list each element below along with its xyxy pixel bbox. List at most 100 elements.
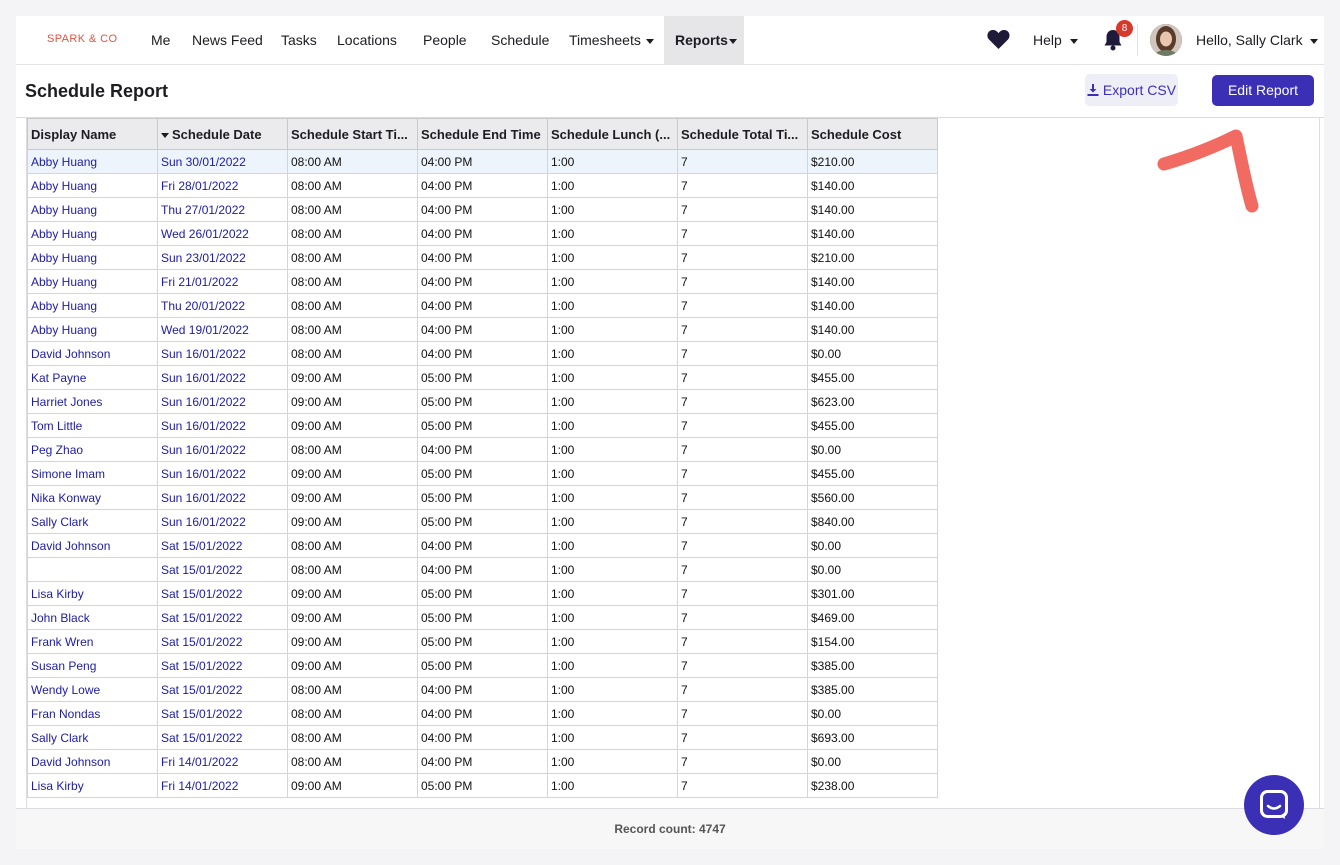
display-name-cell[interactable]: Abby Huang <box>27 173 158 198</box>
table-row[interactable]: Sally Clark Sun 16/01/2022 09:00 AM 05:00 P… <box>27 509 938 534</box>
schedule-date-cell[interactable]: Thu 27/01/2022 <box>157 197 288 222</box>
display-name-cell[interactable]: Wendy Lowe <box>27 677 158 702</box>
table-row[interactable]: Susan Peng Sat 15/01/2022 09:00 AM 05:00 PM… <box>27 653 938 678</box>
display-name-cell[interactable]: Abby Huang <box>27 245 158 270</box>
nav-item-news-feed[interactable]: News Feed <box>192 16 263 64</box>
report-grid[interactable]: Display Name Schedule Date Schedule Star… <box>26 118 1320 808</box>
schedule-date-cell[interactable]: Sun 16/01/2022 <box>157 437 288 462</box>
schedule-date-cell[interactable]: Sat 15/01/2022 <box>157 581 288 606</box>
table-row[interactable]: Sat 15/01/2022 08:00 AM 04:00 PM 1:00 7 $0.00 <box>27 557 938 582</box>
table-row[interactable]: Sally Clark Sat 15/01/2022 08:00 AM 04:00 P… <box>27 725 938 750</box>
nav-item-tasks[interactable]: Tasks <box>281 16 317 64</box>
schedule-date-cell[interactable]: Sun 16/01/2022 <box>157 341 288 366</box>
display-name-cell[interactable]: Sally Clark <box>27 509 158 534</box>
display-name-cell[interactable]: Nika Konway <box>27 485 158 510</box>
display-name-cell[interactable]: Abby Huang <box>27 197 158 222</box>
schedule-date-cell[interactable]: Wed 19/01/2022 <box>157 317 288 342</box>
display-name-cell[interactable]: Abby Huang <box>27 221 158 246</box>
schedule-date-cell[interactable]: Sun 16/01/2022 <box>157 413 288 438</box>
schedule-date-cell[interactable]: Fri 14/01/2022 <box>157 773 288 798</box>
column-header-start-time[interactable]: Schedule Start Ti... <box>287 118 418 150</box>
table-row[interactable]: Lisa Kirby Fri 14/01/2022 09:00 AM 05:00 PM… <box>27 773 938 798</box>
display-name-cell[interactable] <box>27 557 158 582</box>
nav-item-reports[interactable]: Reports <box>664 16 744 64</box>
nav-item-me[interactable]: Me <box>151 16 170 64</box>
schedule-date-cell[interactable]: Sat 15/01/2022 <box>157 725 288 750</box>
chat-button[interactable] <box>1244 775 1304 835</box>
display-name-cell[interactable]: David Johnson <box>27 533 158 558</box>
column-header-schedule-date[interactable]: Schedule Date <box>157 118 288 150</box>
user-menu[interactable]: Hello, Sally Clark <box>1196 16 1318 64</box>
schedule-date-cell[interactable]: Sun 16/01/2022 <box>157 485 288 510</box>
column-header-display-name[interactable]: Display Name <box>27 118 158 150</box>
display-name-cell[interactable]: Abby Huang <box>27 317 158 342</box>
nav-item-people[interactable]: People <box>423 16 467 64</box>
display-name-cell[interactable]: Harriet Jones <box>27 389 158 414</box>
table-row[interactable]: Abby Huang Fri 28/01/2022 08:00 AM 04:00 PM… <box>27 173 938 198</box>
table-row[interactable]: John Black Sat 15/01/2022 09:00 AM 05:00 PM… <box>27 605 938 630</box>
nav-item-locations[interactable]: Locations <box>337 16 397 64</box>
schedule-date-cell[interactable]: Sat 15/01/2022 <box>157 701 288 726</box>
table-row[interactable]: Lisa Kirby Sat 15/01/2022 09:00 AM 05:00 PM… <box>27 581 938 606</box>
display-name-cell[interactable]: Abby Huang <box>27 149 158 174</box>
schedule-date-cell[interactable]: Sat 15/01/2022 <box>157 677 288 702</box>
table-row[interactable]: Abby Huang Sun 30/01/2022 08:00 AM 04:00 PM… <box>27 149 938 174</box>
schedule-date-cell[interactable]: Sat 15/01/2022 <box>157 557 288 582</box>
table-row[interactable]: Abby Huang Fri 21/01/2022 08:00 AM 04:00 PM… <box>27 269 938 294</box>
help-menu[interactable]: Help <box>1033 16 1078 64</box>
display-name-cell[interactable]: Peg Zhao <box>27 437 158 462</box>
display-name-cell[interactable]: Susan Peng <box>27 653 158 678</box>
table-row[interactable]: Abby Huang Thu 27/01/2022 08:00 AM 04:00 PM… <box>27 197 938 222</box>
display-name-cell[interactable]: Fran Nondas <box>27 701 158 726</box>
display-name-cell[interactable]: Frank Wren <box>27 629 158 654</box>
schedule-date-cell[interactable]: Thu 20/01/2022 <box>157 293 288 318</box>
table-row[interactable]: Abby Huang Wed 19/01/2022 08:00 AM 04:00 PM… <box>27 317 938 342</box>
schedule-date-cell[interactable]: Sun 16/01/2022 <box>157 461 288 486</box>
display-name-cell[interactable]: Simone Imam <box>27 461 158 486</box>
schedule-date-cell[interactable]: Sun 23/01/2022 <box>157 245 288 270</box>
display-name-cell[interactable]: Kat Payne <box>27 365 158 390</box>
display-name-cell[interactable]: Lisa Kirby <box>27 581 158 606</box>
table-row[interactable]: Abby Huang Sun 23/01/2022 08:00 AM 04:00 PM… <box>27 245 938 270</box>
column-header-lunch[interactable]: Schedule Lunch (... <box>547 118 678 150</box>
display-name-cell[interactable]: David Johnson <box>27 341 158 366</box>
schedule-date-cell[interactable]: Sun 16/01/2022 <box>157 509 288 534</box>
table-row[interactable]: Peg Zhao Sun 16/01/2022 08:00 AM 04:00 PM 1:… <box>27 437 938 462</box>
schedule-date-cell[interactable]: Sat 15/01/2022 <box>157 605 288 630</box>
heart-icon[interactable] <box>986 28 1011 55</box>
table-row[interactable]: Wendy Lowe Sat 15/01/2022 08:00 AM 04:00 PM… <box>27 677 938 702</box>
schedule-date-cell[interactable]: Wed 26/01/2022 <box>157 221 288 246</box>
schedule-date-cell[interactable]: Sun 16/01/2022 <box>157 389 288 414</box>
table-row[interactable]: David Johnson Fri 14/01/2022 08:00 AM 04:00… <box>27 749 938 774</box>
display-name-cell[interactable]: Tom Little <box>27 413 158 438</box>
schedule-date-cell[interactable]: Fri 28/01/2022 <box>157 173 288 198</box>
schedule-date-cell[interactable]: Sun 30/01/2022 <box>157 149 288 174</box>
table-row[interactable]: Tom Little Sun 16/01/2022 09:00 AM 05:00 PM… <box>27 413 938 438</box>
column-header-end-time[interactable]: Schedule End Time <box>417 118 548 150</box>
table-row[interactable]: David Johnson Sat 15/01/2022 08:00 AM 04:00… <box>27 533 938 558</box>
table-row[interactable]: David Johnson Sun 16/01/2022 08:00 AM 04:00… <box>27 341 938 366</box>
table-row[interactable]: Abby Huang Thu 20/01/2022 08:00 AM 04:00 PM… <box>27 293 938 318</box>
table-row[interactable]: Frank Wren Sat 15/01/2022 09:00 AM 05:00 PM… <box>27 629 938 654</box>
table-row[interactable]: Fran Nondas Sat 15/01/2022 08:00 AM 04:00 P… <box>27 701 938 726</box>
column-header-total-time[interactable]: Schedule Total Ti... <box>677 118 808 150</box>
schedule-date-cell[interactable]: Sun 16/01/2022 <box>157 365 288 390</box>
display-name-cell[interactable]: Sally Clark <box>27 725 158 750</box>
table-row[interactable]: Kat Payne Sun 16/01/2022 09:00 AM 05:00 PM 1… <box>27 365 938 390</box>
display-name-cell[interactable]: David Johnson <box>27 749 158 774</box>
schedule-date-cell[interactable]: Sat 15/01/2022 <box>157 533 288 558</box>
display-name-cell[interactable]: Abby Huang <box>27 293 158 318</box>
brand-logo[interactable]: SPARK & CO <box>47 33 117 45</box>
schedule-date-cell[interactable]: Sat 15/01/2022 <box>157 629 288 654</box>
export-csv-button[interactable]: Export CSV <box>1085 74 1178 106</box>
table-row[interactable]: Abby Huang Wed 26/01/2022 08:00 AM 04:00 PM… <box>27 221 938 246</box>
schedule-date-cell[interactable]: Fri 21/01/2022 <box>157 269 288 294</box>
table-row[interactable]: Simone Imam Sun 16/01/2022 09:00 AM 05:00 P… <box>27 461 938 486</box>
display-name-cell[interactable]: John Black <box>27 605 158 630</box>
display-name-cell[interactable]: Lisa Kirby <box>27 773 158 798</box>
edit-report-button[interactable]: Edit Report <box>1212 75 1314 106</box>
nav-item-timesheets[interactable]: Timesheets <box>569 16 654 64</box>
avatar[interactable] <box>1150 24 1182 56</box>
table-row[interactable]: Harriet Jones Sun 16/01/2022 09:00 AM 05:00… <box>27 389 938 414</box>
column-header-cost[interactable]: Schedule Cost <box>807 118 938 150</box>
